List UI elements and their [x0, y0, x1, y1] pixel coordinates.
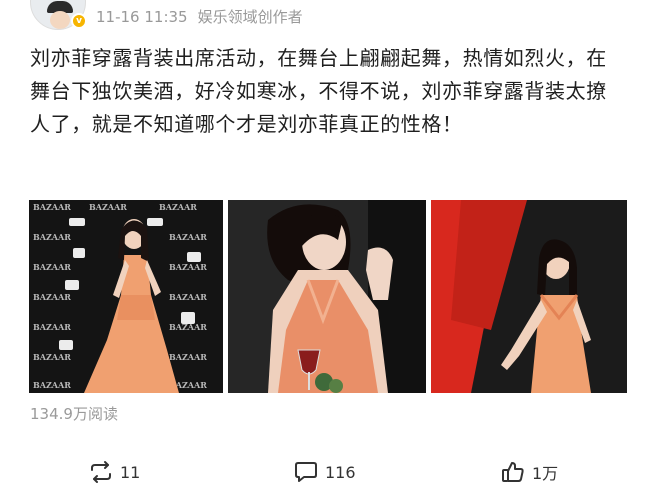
backdrop-text: BAZAAR [33, 292, 71, 302]
repost-count: 11 [120, 462, 141, 482]
backdrop-text: BAZAAR [33, 262, 71, 272]
read-count: 134.9万阅读 [30, 405, 118, 423]
backdrop-text: BAZAAR [33, 322, 71, 332]
comment-count: 116 [325, 462, 356, 482]
verified-badge-icon: v [71, 13, 87, 29]
photo-grid: BAZAAR BAZAAR BAZAAR BAZAAR BAZAAR BAZAA… [29, 200, 627, 393]
post-photo-2[interactable] [228, 200, 426, 393]
repost-button[interactable]: 11 [88, 459, 140, 485]
backdrop-text: BAZAAR [169, 292, 207, 302]
post-meta: 11-16 11:35 娱乐领域创作者 [96, 6, 303, 27]
action-bar: 11 116 1万 [0, 455, 650, 489]
repost-icon [88, 459, 114, 485]
backdrop-text: BAZAAR [33, 380, 71, 390]
backdrop-text: BAZAAR [89, 202, 127, 212]
post-header: v 11-16 11:35 娱乐领域创作者 [0, 0, 650, 32]
backdrop-text: BAZAAR [33, 232, 71, 242]
comment-icon [293, 459, 319, 485]
post-timestamp: 11-16 11:35 [96, 8, 188, 26]
thumbs-up-icon [500, 459, 526, 485]
backdrop-text: BAZAAR [33, 352, 71, 362]
backdrop-text: BAZAAR [169, 262, 207, 272]
like-count: 1万 [532, 464, 559, 483]
post-body-text: 刘亦菲穿露背装出席活动，在舞台上翩翩起舞，热情如烈火，在舞台下独饮美酒，好冷如寒… [30, 46, 607, 136]
author-category[interactable]: 娱乐领域创作者 [198, 8, 303, 26]
like-button[interactable]: 1万 [500, 459, 558, 485]
post-photo-3[interactable] [431, 200, 627, 393]
comment-button[interactable]: 116 [293, 459, 356, 485]
post-photo-1[interactable]: BAZAAR BAZAAR BAZAAR BAZAAR BAZAAR BAZAA… [29, 200, 223, 393]
backdrop-text: BAZAAR [33, 202, 71, 212]
backdrop-text: BAZAAR [169, 232, 207, 242]
backdrop-text: BAZAAR [169, 352, 207, 362]
backdrop-text: BAZAAR [159, 202, 197, 212]
